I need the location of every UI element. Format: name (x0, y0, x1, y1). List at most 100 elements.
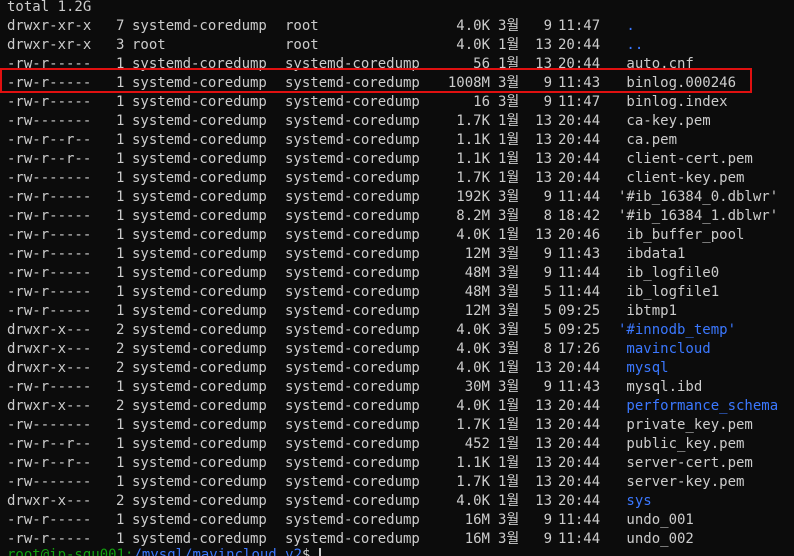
owner: systemd-coredump (132, 94, 267, 110)
file-row: drwxr-x--- 2 systemd-coredump systemd-cored… (7, 397, 794, 416)
time: 20:44 (558, 455, 601, 471)
file-size: 1008M (447, 75, 490, 91)
time: 11:43 (558, 379, 601, 395)
link-count: 1 (116, 75, 125, 91)
link-count: 1 (116, 132, 125, 148)
time: 11:47 (558, 18, 601, 34)
file-list: drwxr-xr-x 7 systemd-coredump root 4.0K 3월 9 11… (7, 17, 794, 549)
group: systemd-coredump (285, 227, 420, 243)
file-row: -rw-r----- 1 systemd-coredump systemd-cored… (7, 378, 794, 397)
month: 1월 (498, 56, 520, 72)
group: root (285, 18, 319, 34)
file-size: 1.1K (456, 455, 490, 471)
time: 09:25 (558, 322, 601, 338)
file-size: 16M (464, 512, 490, 528)
file-name: binlog.000246 (618, 75, 737, 91)
time: 11:44 (558, 512, 601, 528)
permissions: drwxr-x--- (7, 493, 92, 509)
month: 3월 (498, 18, 520, 34)
time: 20:44 (558, 360, 601, 376)
owner: systemd-coredump (132, 56, 267, 72)
month: 3월 (498, 303, 520, 319)
time: 17:26 (558, 341, 601, 357)
group: systemd-coredump (285, 417, 420, 433)
permissions: -rw-r----- (7, 227, 92, 243)
group: systemd-coredump (285, 113, 420, 129)
day: 13 (535, 493, 552, 509)
permissions: -rw-r----- (7, 265, 92, 281)
group: systemd-coredump (285, 455, 420, 471)
link-count: 3 (116, 37, 125, 53)
month: 3월 (498, 75, 520, 91)
file-row: -rw-r--r-- 1 systemd-coredump systemd-cored… (7, 435, 794, 454)
day: 8 (543, 208, 552, 224)
day: 13 (535, 170, 552, 186)
group: systemd-coredump (285, 436, 420, 452)
file-name: ibtmp1 (618, 303, 678, 319)
day: 5 (543, 284, 552, 300)
month: 1월 (498, 455, 520, 471)
file-row: -rw-r----- 1 systemd-coredump systemd-cored… (7, 511, 794, 530)
owner: systemd-coredump (132, 436, 267, 452)
day: 13 (535, 455, 552, 471)
month: 1월 (498, 37, 520, 53)
permissions: -rw-r----- (7, 379, 92, 395)
time: 20:44 (558, 436, 601, 452)
link-count: 1 (116, 227, 125, 243)
link-count: 1 (116, 94, 125, 110)
time: 11:43 (558, 75, 601, 91)
file-size: 56 (473, 56, 490, 72)
month: 1월 (498, 113, 520, 129)
group: systemd-coredump (285, 189, 420, 205)
month: 1월 (498, 170, 520, 186)
month: 1월 (498, 360, 520, 376)
day: 13 (535, 436, 552, 452)
shell-prompt[interactable]: root@ip-sgu001:/mysql/mavincloud_v2$ (7, 546, 321, 556)
permissions: -rw------- (7, 170, 92, 186)
month: 3월 (498, 341, 520, 357)
month: 1월 (498, 227, 520, 243)
file-row: -rw-r----- 1 systemd-coredump systemd-cored… (7, 93, 794, 112)
file-size: 48M (464, 265, 490, 281)
permissions: -rw------- (7, 417, 92, 433)
time: 20:44 (558, 151, 601, 167)
file-name: '#ib_16384_1.dblwr' (618, 208, 779, 224)
owner: systemd-coredump (132, 189, 267, 205)
link-count: 1 (116, 189, 125, 205)
group: systemd-coredump (285, 151, 420, 167)
month: 3월 (498, 189, 520, 205)
file-row: -rw------- 1 systemd-coredump systemd-cored… (7, 169, 794, 188)
month: 1월 (498, 398, 520, 414)
terminal-window[interactable]: total 1.2G drwxr-xr-x 7 systemd-coredump ro… (0, 0, 794, 556)
file-row: -rw-r----- 1 systemd-coredump systemd-cored… (7, 283, 794, 302)
permissions: drwxr-xr-x (7, 18, 92, 34)
file-size: 1.7K (456, 170, 490, 186)
group: systemd-coredump (285, 360, 420, 376)
file-row: -rw-r----- 1 systemd-coredump systemd-cored… (7, 264, 794, 283)
file-row: -rw-r--r-- 1 systemd-coredump systemd-cored… (7, 454, 794, 473)
file-size: 1.7K (456, 474, 490, 490)
time: 11:47 (558, 94, 601, 110)
owner: systemd-coredump (132, 208, 267, 224)
permissions: -rw-r--r-- (7, 455, 92, 471)
permissions: drwxr-x--- (7, 360, 92, 376)
text-cursor (318, 548, 321, 556)
group: systemd-coredump (285, 246, 420, 262)
file-size: 4.0K (456, 493, 490, 509)
file-row: -rw-r----- 1 systemd-coredump systemd-cored… (7, 302, 794, 321)
file-name: ib_logfile1 (618, 284, 720, 300)
time: 20:44 (558, 56, 601, 72)
owner: systemd-coredump (132, 360, 267, 376)
month: 3월 (498, 531, 520, 547)
link-count: 1 (116, 265, 125, 281)
permissions: drwxr-x--- (7, 322, 92, 338)
owner: systemd-coredump (132, 512, 267, 528)
link-count: 1 (116, 512, 125, 528)
month: 1월 (498, 151, 520, 167)
day: 13 (535, 417, 552, 433)
file-size: 1.7K (456, 113, 490, 129)
owner: systemd-coredump (132, 379, 267, 395)
time: 20:44 (558, 37, 601, 53)
file-name: ca-key.pem (618, 113, 711, 129)
day: 9 (543, 94, 552, 110)
